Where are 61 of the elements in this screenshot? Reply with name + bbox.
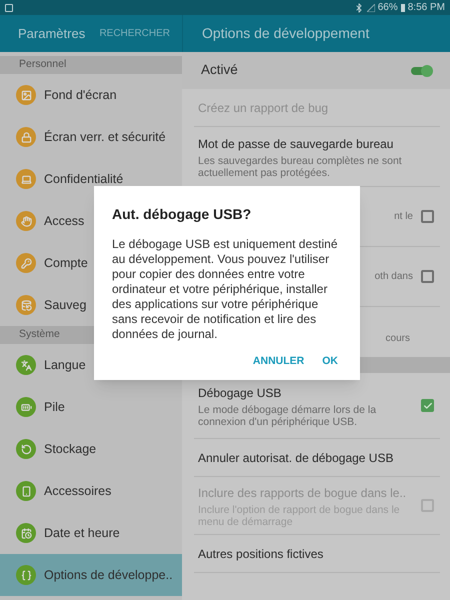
item-label: Fond d'écran (44, 86, 117, 104)
row-title: Débogage USB (198, 384, 282, 402)
settings-row[interactable]: Autres positions fictives (194, 535, 440, 573)
switch-label: Activé (201, 61, 238, 80)
sidebar-item[interactable]: Fond d'écran (0, 74, 182, 116)
row-title: Inclure des rapports de bogue dans le.. (198, 484, 408, 502)
clock-time: 8:56 PM (408, 1, 445, 15)
calendar-icon (20, 528, 32, 538)
battery-icon (400, 4, 405, 12)
row-subtitle: Le mode débogage démarre lors de la connexion d'un périphérique USB. (198, 404, 378, 428)
sidebar-item[interactable]: Confidentialité (0, 158, 182, 200)
item-label: Accessoires (44, 482, 112, 500)
row-title: Créez un rapport de bug (198, 100, 330, 116)
screenshot-icon (5, 4, 13, 12)
bluetooth-icon (354, 2, 364, 12)
sidebar-item[interactable]: Options de développe.. (0, 554, 182, 596)
item-label: Compte (44, 254, 88, 272)
row-title: Annuler autorisat. de débogage USB (198, 450, 394, 466)
phone-icon (20, 486, 32, 496)
item-label: Langue (44, 356, 86, 374)
laptop-icon (20, 174, 32, 184)
sidebar-item[interactable]: Langue (0, 344, 182, 386)
database-icon (20, 300, 32, 310)
row-subtitle: Les sauvegardes bureau complètes ne sont actuellement pas protégées. (198, 154, 403, 178)
battery-percent: 66% (378, 1, 398, 15)
dialog-title: Aut. débogage USB? (112, 205, 252, 224)
battery-icon (20, 402, 32, 412)
page-title: Options de développement (202, 24, 370, 43)
item-label: Access (44, 212, 84, 230)
checkbox[interactable] (421, 270, 434, 283)
sidebar-title: Paramètres (18, 24, 86, 43)
checkbox[interactable] (421, 210, 434, 223)
item-label: Pile (44, 398, 65, 416)
language-icon (20, 360, 32, 370)
item-label: Confidentialité (44, 170, 124, 188)
item-label: Écran verr. et sécurité (44, 128, 166, 146)
sidebar-item[interactable]: Écran verr. et sécurité (0, 116, 182, 158)
row-subtitle: nt le (394, 210, 413, 224)
sidebar-item[interactable]: Pile (0, 386, 182, 428)
lock-icon (20, 132, 32, 142)
sidebar-item[interactable]: Accessoires (0, 470, 182, 512)
image-icon (20, 90, 32, 100)
sidebar-item[interactable]: Stockage (0, 428, 182, 470)
row-title: Mot de passe de sauvegarde bureau (198, 136, 394, 152)
item-label: Stockage (44, 440, 96, 458)
checkbox[interactable] (421, 399, 434, 412)
row-subtitle: cours (386, 332, 410, 346)
braces-icon (20, 570, 32, 580)
circular-arrow-icon (20, 444, 32, 454)
signal-icon (366, 4, 375, 12)
item-label: Options de développe.. (44, 566, 173, 584)
toggle-switch[interactable] (411, 66, 431, 74)
row-subtitle: oth dans (374, 270, 413, 284)
section-header: Personnel (0, 56, 182, 74)
item-label: Sauveg (44, 296, 86, 314)
settings-row[interactable]: Annuler autorisat. de débogage USB (194, 439, 440, 477)
sidebar-item[interactable]: Date et heure (0, 512, 182, 554)
item-label: Date et heure (44, 524, 120, 542)
key-icon (20, 258, 32, 268)
hand-icon (20, 216, 32, 226)
row-title: Autres positions fictives (198, 546, 324, 562)
